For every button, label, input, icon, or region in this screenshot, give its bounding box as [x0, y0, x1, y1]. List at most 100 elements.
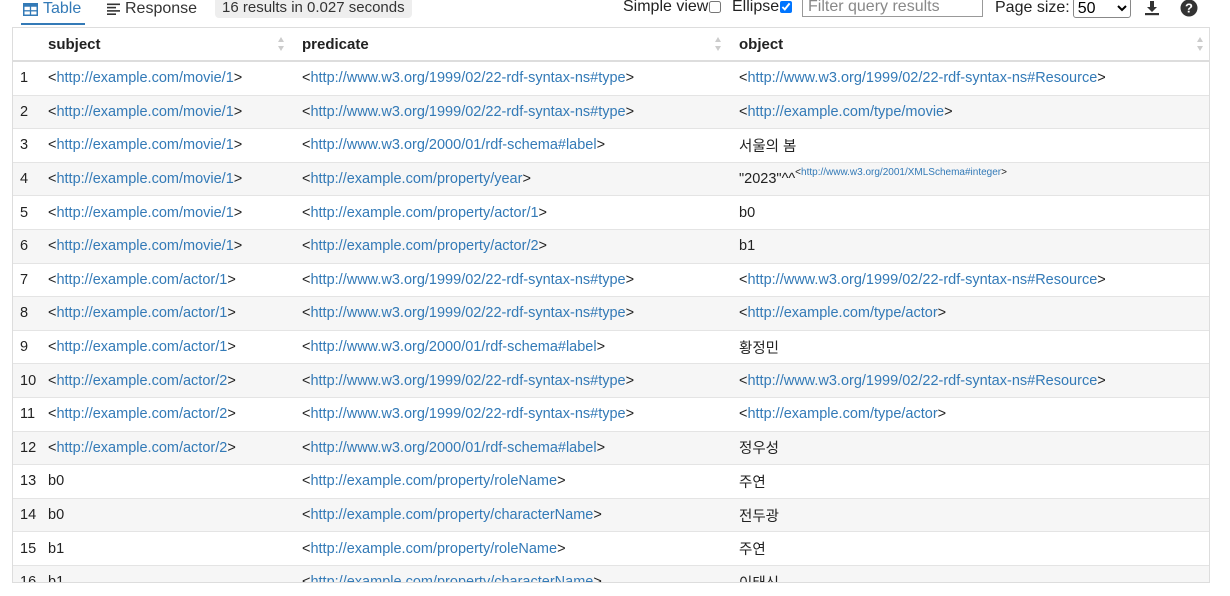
row-index: 7 — [13, 262, 36, 297]
object-cell: <http://www.w3.org/1999/02/22-rdf-syntax… — [727, 363, 1209, 398]
iri-link[interactable]: http://www.w3.org/1999/02/22-rdf-syntax-… — [310, 305, 625, 321]
iri-link[interactable]: http://www.w3.org/2000/01/rdf-schema#lab… — [310, 137, 596, 153]
iri-link[interactable]: http://example.com/actor/2 — [56, 373, 227, 389]
result-count-badge: 16 results in 0.027 seconds — [215, 0, 412, 18]
column-header-subject[interactable]: subject — [36, 28, 290, 62]
literal-value: b1 — [48, 574, 65, 583]
table-row: 12 <http://example.com/actor/2> <http://ww… — [13, 430, 1209, 465]
object-cell: 황정민 — [727, 329, 1209, 364]
ellipse-toggle[interactable]: Ellipse — [732, 0, 793, 16]
simple-view-toggle[interactable]: Simple view — [623, 0, 722, 16]
row-index: 2 — [13, 94, 36, 129]
iri-link[interactable]: http://www.w3.org/2000/01/rdf-schema#lab… — [310, 339, 596, 355]
predicate-cell: <http://www.w3.org/2000/01/rdf-schema#la… — [290, 128, 727, 163]
row-index: 6 — [13, 228, 36, 264]
iri-link[interactable]: http://example.com/property/roleName — [310, 473, 557, 489]
object-cell: 정우성 — [727, 430, 1209, 465]
iri-link[interactable]: http://www.w3.org/1999/02/22-rdf-syntax-… — [310, 406, 625, 422]
literal-value: b1 — [739, 238, 756, 255]
page-size-label: Page size: — [995, 0, 1070, 16]
iri-link[interactable]: http://example.com/property/actor/1 — [310, 205, 538, 221]
iri-link[interactable]: http://example.com/actor/1 — [56, 305, 227, 321]
iri-link[interactable]: http://example.com/actor/2 — [56, 440, 227, 456]
row-index: 1 — [13, 60, 36, 96]
literal-value: 황정민 — [739, 340, 780, 357]
object-cell: <http://example.com/type/actor> — [727, 296, 1209, 331]
table-row: 11 <http://example.com/actor/2> <http://ww… — [13, 396, 1209, 432]
iri-link[interactable]: http://example.com/property/characterNam… — [310, 574, 593, 582]
sort-icon[interactable] — [278, 37, 284, 51]
subject-cell: <http://example.com/actor/1> — [36, 262, 290, 297]
literal-value: b0 — [48, 473, 65, 490]
download-button[interactable] — [1142, 0, 1162, 18]
object-cell: 서울의 봄 — [727, 128, 1209, 163]
svg-text:?: ? — [1185, 1, 1193, 16]
iri-link[interactable]: http://example.com/movie/1 — [56, 137, 233, 153]
row-index: 5 — [13, 195, 36, 230]
simple-view-checkbox[interactable] — [709, 1, 722, 13]
table-row: 9 <http://example.com/actor/1> <http://www… — [13, 329, 1209, 364]
table-icon — [23, 2, 38, 16]
iri-link[interactable]: http://www.w3.org/1999/02/22-rdf-syntax-… — [310, 272, 625, 288]
sort-icon[interactable] — [715, 37, 721, 51]
predicate-cell: <http://example.com/property/actor/1> — [290, 195, 727, 230]
datatype-link[interactable]: http://www.w3.org/2001/XMLSchema#integer — [801, 167, 1001, 178]
iri-link[interactable]: http://example.com/movie/1 — [56, 238, 233, 254]
page-size-select[interactable]: 50 — [1072, 0, 1131, 18]
predicate-cell: <http://www.w3.org/1999/02/22-rdf-syntax… — [290, 296, 727, 331]
iri-link[interactable]: http://example.com/type/actor — [747, 305, 937, 321]
iri-link[interactable]: http://www.w3.org/1999/02/22-rdf-syntax-… — [747, 70, 1097, 86]
table-row: 5 <http://example.com/movie/1> <http://exa… — [13, 195, 1209, 230]
iri-link[interactable]: http://example.com/actor/1 — [56, 272, 227, 288]
iri-link[interactable]: http://www.w3.org/1999/02/22-rdf-syntax-… — [747, 373, 1097, 389]
iri-link[interactable]: http://www.w3.org/1999/02/22-rdf-syntax-… — [310, 70, 625, 86]
results-table-body: 1 <http://example.com/movie/1> <http://www… — [13, 60, 1209, 583]
iri-link[interactable]: http://www.w3.org/1999/02/22-rdf-syntax-… — [310, 104, 625, 120]
subject-cell: <http://example.com/actor/1> — [36, 296, 290, 331]
column-header-object[interactable]: object — [727, 28, 1209, 62]
iri-link[interactable]: http://www.w3.org/1999/02/22-rdf-syntax-… — [747, 272, 1097, 288]
iri-link[interactable]: http://example.com/movie/1 — [56, 104, 233, 120]
column-header-label: object — [739, 35, 784, 53]
object-cell: "2023"^^<http://www.w3.org/2001/XMLSchem… — [727, 161, 1209, 196]
literal-value: b0 — [48, 507, 65, 524]
tab-table-label: Table — [43, 0, 82, 17]
iri-link[interactable]: http://example.com/movie/1 — [56, 205, 233, 221]
row-index: 9 — [13, 329, 36, 364]
ellipse-label: Ellipse — [732, 0, 780, 15]
iri-link[interactable]: http://example.com/actor/2 — [56, 406, 227, 422]
filter-input[interactable] — [802, 0, 983, 17]
literal-value: 서울의 봄 — [739, 138, 797, 155]
help-button[interactable]: ? — [1179, 0, 1199, 18]
iri-link[interactable]: http://example.com/movie/1 — [56, 70, 233, 86]
sort-icon[interactable] — [1197, 37, 1203, 51]
tab-table[interactable]: Table — [20, 0, 86, 25]
predicate-cell: <http://www.w3.org/2000/01/rdf-schema#la… — [290, 329, 727, 364]
iri-link[interactable]: http://example.com/movie/1 — [56, 171, 233, 187]
subject-cell: <http://example.com/movie/1> — [36, 228, 290, 264]
predicate-cell: <http://www.w3.org/1999/02/22-rdf-syntax… — [290, 363, 727, 398]
iri-link[interactable]: http://www.w3.org/1999/02/22-rdf-syntax-… — [310, 373, 625, 389]
table-row: 13 b0 <http://example.com/property/roleNam… — [13, 464, 1209, 499]
predicate-cell: <http://example.com/property/year> — [290, 161, 727, 196]
iri-link[interactable]: http://example.com/type/movie — [747, 104, 944, 120]
table-row: 8 <http://example.com/actor/1> <http://www… — [13, 296, 1209, 331]
predicate-cell: <http://www.w3.org/1999/02/22-rdf-syntax… — [290, 262, 727, 297]
object-cell: 주연 — [727, 464, 1209, 499]
row-index: 3 — [13, 128, 36, 163]
subject-cell: <http://example.com/movie/1> — [36, 60, 290, 96]
predicate-cell: <http://www.w3.org/2000/01/rdf-schema#la… — [290, 430, 727, 465]
iri-link[interactable]: http://example.com/actor/1 — [56, 339, 227, 355]
tab-response[interactable]: Response — [107, 0, 197, 20]
object-cell: <http://www.w3.org/1999/02/22-rdf-syntax… — [727, 60, 1209, 96]
subject-cell: <http://example.com/actor/2> — [36, 363, 290, 398]
ellipse-checkbox[interactable] — [780, 1, 793, 13]
iri-link[interactable]: http://www.w3.org/2000/01/rdf-schema#lab… — [310, 440, 596, 456]
column-header-predicate[interactable]: predicate — [290, 28, 727, 62]
results-table-container: subject predicate object 1 <http://exampl… — [12, 27, 1210, 583]
iri-link[interactable]: http://example.com/property/year — [310, 171, 522, 187]
iri-link[interactable]: http://example.com/type/actor — [747, 406, 937, 422]
iri-link[interactable]: http://example.com/property/actor/2 — [310, 238, 538, 254]
iri-link[interactable]: http://example.com/property/characterNam… — [310, 507, 593, 523]
iri-link[interactable]: http://example.com/property/roleName — [310, 541, 557, 557]
